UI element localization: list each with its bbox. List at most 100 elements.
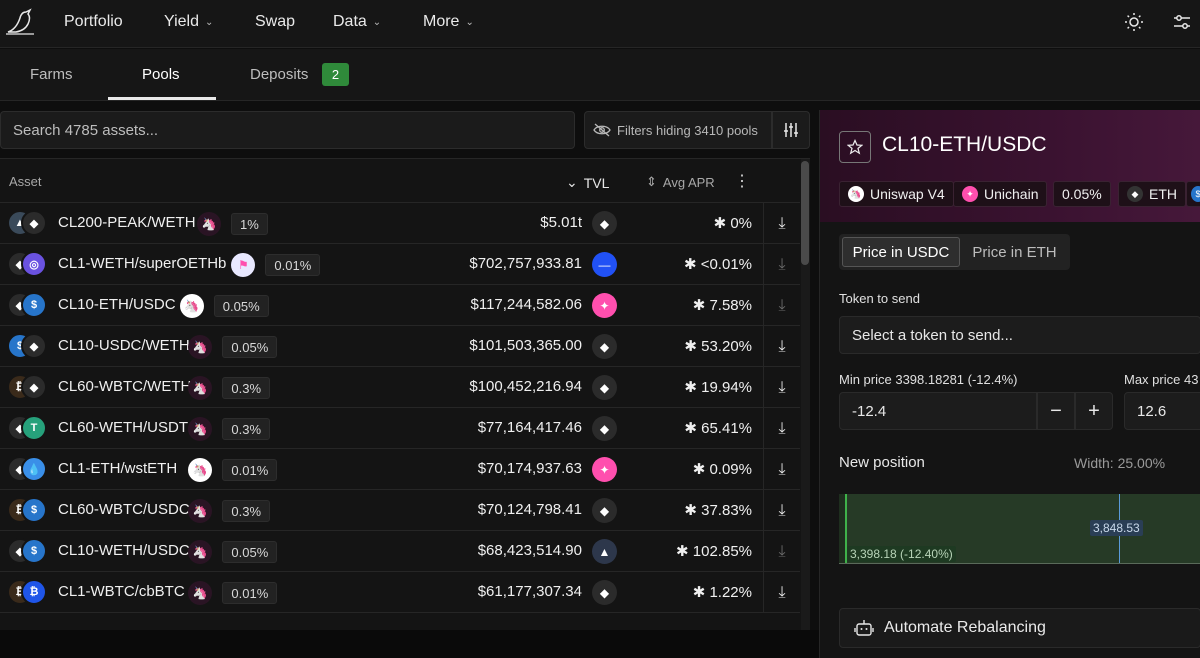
download-icon[interactable]: ⤓ xyxy=(763,531,800,572)
filters-toggle[interactable]: Filters hiding 3410 pools xyxy=(584,111,772,149)
token-icon: ◆ xyxy=(21,210,47,236)
min-price-increment-button[interactable]: + xyxy=(1075,392,1113,430)
table-row[interactable]: ◆ 💧 CL1-ETH/wstETH 🦄 0.01% $70,174,937.63 ✦ ✱ 0… xyxy=(0,449,800,490)
apr-value: ✱ 1.22% xyxy=(693,583,752,601)
max-price-input[interactable]: 12.6 xyxy=(1124,392,1200,430)
tab-deposits[interactable]: Deposits xyxy=(250,66,308,83)
min-price-input[interactable]: -12.4 xyxy=(839,392,1037,430)
price-in-eth-option[interactable]: Price in ETH xyxy=(962,237,1067,267)
deposits-count-badge: 2 xyxy=(322,63,349,86)
pool-title: CL10-ETH/USDC xyxy=(882,133,1047,156)
pair-name: CL200-PEAK/WETH xyxy=(58,214,196,231)
token-select[interactable]: Select a token to send... xyxy=(839,316,1200,354)
download-icon[interactable]: ⤓ xyxy=(763,285,800,326)
range-chart[interactable]: 3,398.18 (-12.40%) 3,848.53 xyxy=(839,494,1200,564)
active-tab-indicator xyxy=(108,97,216,100)
sliders-icon xyxy=(784,123,798,137)
token-icon: $ xyxy=(21,497,47,523)
tab-pools[interactable]: Pools xyxy=(142,66,180,83)
filters-label: Filters hiding 3410 pools xyxy=(617,122,758,138)
column-apr-label: Avg APR xyxy=(662,174,715,190)
fee-badge: 0.01% xyxy=(222,459,278,481)
tab-farms[interactable]: Farms xyxy=(30,66,73,83)
fee-badge: 0.05% xyxy=(213,295,269,317)
search-input[interactable]: Search 4785 assets... xyxy=(0,111,575,149)
table-row[interactable]: ◆ $ CL10-ETH/USDC 🦄 0.05% $117,244,582.06 ✦ ✱ 7… xyxy=(0,285,800,326)
ethereum-chain-icon: ◆ xyxy=(592,375,617,400)
apr-asterisk-icon: ✱ xyxy=(692,297,710,314)
download-icon[interactable]: ⤓ xyxy=(763,572,800,613)
table-row[interactable]: ₿ ◆ CL60-WBTC/WETH 🦄 0.3% $100,452,216.94 ◆ ✱ 1… xyxy=(0,367,800,408)
pair-name: CL1-ETH/wstETH xyxy=(58,460,178,477)
column-menu-icon[interactable]: ⋮ xyxy=(734,171,750,191)
automate-rebalancing-label: Automate Rebalancing xyxy=(884,619,1046,636)
token-icon: $ xyxy=(21,538,47,564)
table-row[interactable]: ₿ ₿ CL1-WBTC/cbBTC 🦄 0.01% $61,177,307.34 ◆ ✱ 1… xyxy=(0,572,800,613)
pools-table: Asset ⌄ TVL ⇕ Avg APR ⋮ ▲ ◆ CL200-PEAK/WETH 🦄… xyxy=(0,158,810,630)
download-icon[interactable]: ⤓ xyxy=(763,367,800,408)
pair-name: CL10-USDC/WETH xyxy=(58,337,190,354)
chip-chain[interactable]: ✦ Unichain xyxy=(953,181,1048,207)
token-icon: ₿ xyxy=(21,579,47,605)
chip-dex-label: Uniswap V4 xyxy=(870,186,945,202)
chip-token[interactable]: ◆ ETH xyxy=(1118,181,1186,207)
nav-swap[interactable]: Swap xyxy=(255,13,295,31)
apr-text: 102.85% xyxy=(692,543,752,560)
table-row[interactable]: ▲ ◆ CL200-PEAK/WETH 🦄 1% $5.01t ◆ ✱ 0% ⤓ xyxy=(0,203,800,244)
tvl-value: $77,164,417.46 xyxy=(477,419,582,436)
theme-toggle-icon[interactable] xyxy=(1124,12,1144,32)
download-icon[interactable]: ⤓ xyxy=(763,408,800,449)
fee-badge: 1% xyxy=(231,213,268,235)
chip-overflow[interactable]: $ xyxy=(1186,181,1200,207)
table-row[interactable]: ◆ $ CL10-WETH/USDC 🦄 0.05% $68,423,514.90 ▲ ✱ 1… xyxy=(0,531,800,572)
table-row[interactable]: ◆ ◎ CL1-WETH/superOETHb ⚑ 0.01% $702,757,933.… xyxy=(0,244,800,285)
column-asset[interactable]: Asset xyxy=(9,174,42,189)
table-scroll-thumb[interactable] xyxy=(801,161,809,265)
column-apr[interactable]: ⇕ Avg APR xyxy=(646,174,715,190)
price-in-usdc-option[interactable]: Price in USDC xyxy=(842,237,960,267)
pair-name: CL60-WBTC/WETH xyxy=(58,378,192,395)
apr-value: ✱ 53.20% xyxy=(684,337,752,355)
table-row[interactable]: $ ◆ CL10-USDC/WETH 🦄 0.05% $101,503,365.00 ◆ ✱ … xyxy=(0,326,800,367)
token-icon: ◆ xyxy=(21,374,47,400)
table-row[interactable]: ₿ $ CL60-WBTC/USDC 🦄 0.3% $70,124,798.41 ◆ ✱ 37… xyxy=(0,490,800,531)
sort-icon: ⇕ xyxy=(646,174,657,189)
token-icon: 💧 xyxy=(21,456,47,482)
settings-icon[interactable] xyxy=(1172,12,1192,32)
token-icon: $ xyxy=(21,292,47,318)
apr-value: ✱ <0.01% xyxy=(684,255,752,273)
filter-settings-button[interactable] xyxy=(772,111,810,149)
automate-rebalancing-button[interactable]: Automate Rebalancing xyxy=(839,608,1200,648)
current-price-tag: 3,848.53 xyxy=(1090,520,1143,536)
ethereum-chain-icon: ◆ xyxy=(592,211,617,236)
fee-badge: 0.01% xyxy=(265,254,321,276)
uniswap-icon: 🦄 xyxy=(188,499,213,523)
nav-yield[interactable]: Yield ⌄ xyxy=(164,13,213,31)
fee-badge: 0.3% xyxy=(222,377,271,399)
uniswap-icon: 🦄 xyxy=(197,212,221,236)
favorite-button[interactable] xyxy=(839,131,871,163)
nav-more[interactable]: More ⌄ xyxy=(423,13,474,31)
download-icon[interactable]: ⤓ xyxy=(763,449,800,490)
usdc-icon: $ xyxy=(1191,186,1200,202)
nav-swap-label: Swap xyxy=(255,13,296,30)
min-price-decrement-button[interactable]: − xyxy=(1037,392,1075,430)
apr-text: 53.20% xyxy=(701,338,752,355)
subtabs-bar: Farms Pools Deposits xyxy=(0,49,1200,101)
nav-data[interactable]: Data ⌄ xyxy=(333,13,381,31)
ethereum-icon: ◆ xyxy=(1127,186,1143,202)
chip-dex[interactable]: 🦄 Uniswap V4 xyxy=(839,181,954,207)
table-row[interactable]: ◆ T CL60-WETH/USDT 🦄 0.3% $77,164,417.46 ◆ ✱ 65… xyxy=(0,408,800,449)
chip-fee[interactable]: 0.05% xyxy=(1053,181,1111,207)
uniswap-icon: 🦄 xyxy=(179,294,204,318)
download-icon[interactable]: ⤓ xyxy=(763,490,800,531)
logo-icon[interactable] xyxy=(4,6,38,36)
nav-data-label: Data xyxy=(333,13,367,30)
download-icon[interactable]: ⤓ xyxy=(763,326,800,367)
download-icon[interactable]: ⤓ xyxy=(763,244,800,285)
base-chain-icon: — xyxy=(592,252,617,277)
download-icon[interactable]: ⤓ xyxy=(763,203,800,244)
column-tvl[interactable]: ⌄ TVL xyxy=(566,174,609,191)
uniswap-icon: 🦄 xyxy=(848,186,864,202)
nav-portfolio[interactable]: Portfolio xyxy=(64,13,123,31)
